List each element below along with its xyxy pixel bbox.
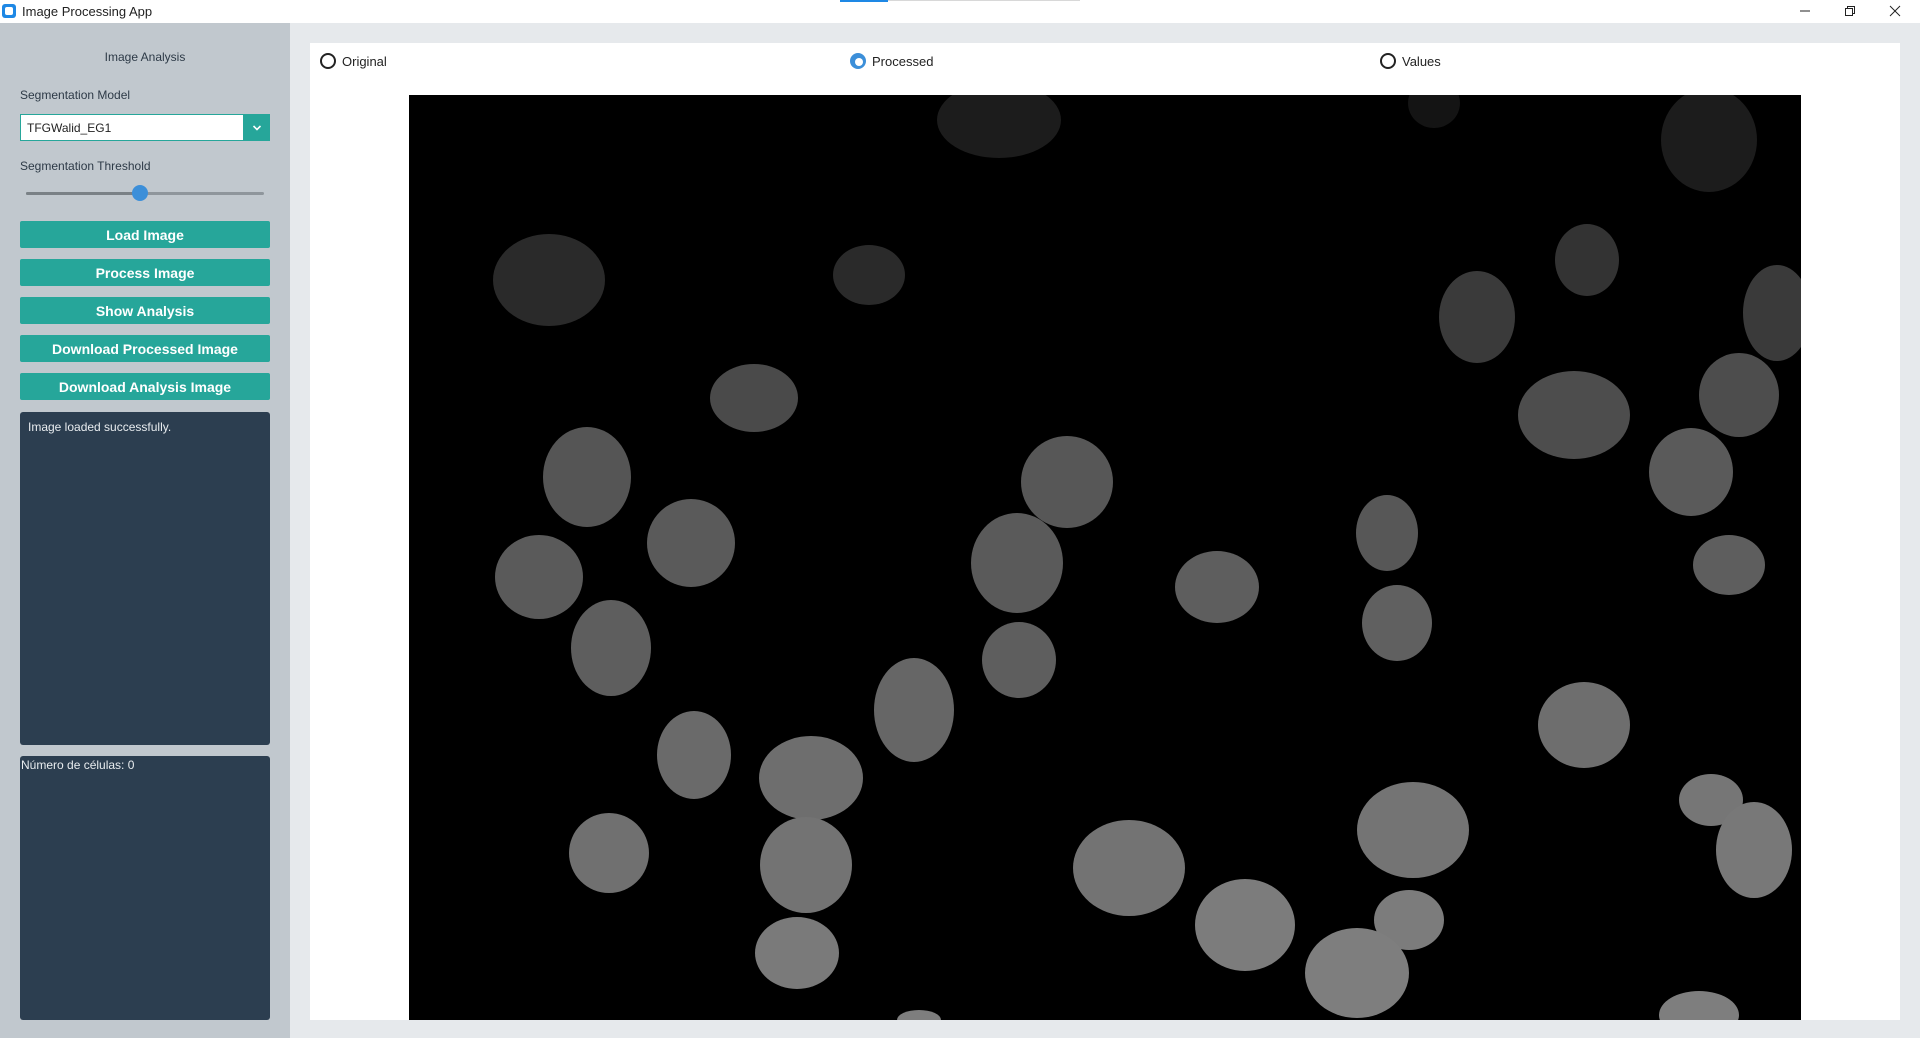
load-image-button[interactable]: Load Image [20,221,270,248]
cell-blob [710,364,798,432]
radio-processed[interactable]: Processed [850,53,933,69]
download-processed-image-button[interactable]: Download Processed Image [20,335,270,362]
cell-blob [1693,535,1765,595]
cell-blob [571,600,651,696]
cell-blob [833,245,905,305]
radio-values-label: Values [1402,53,1441,69]
sidebar: Image Analysis Segmentation Model TFGWal… [0,23,290,1038]
cell-blob [1716,802,1792,898]
processed-image-view [409,95,1801,1020]
radio-values-circle[interactable] [1380,53,1396,69]
window-title: Image Processing App [22,4,153,19]
download-analysis-image-button[interactable]: Download Analysis Image [20,373,270,400]
cell-blob [1357,782,1469,878]
cell-blob [874,658,954,762]
process-image-button[interactable]: Process Image [20,259,270,286]
cell-blob [1439,271,1515,363]
radio-original-circle[interactable] [320,53,336,69]
cell-blob [1362,585,1432,661]
segmentation-model-label: Segmentation Model [20,88,131,102]
radio-values[interactable]: Values [1380,53,1441,69]
cell-blob [1518,371,1630,459]
log-panel: Image loaded successfully. [20,412,270,745]
cell-blob [755,917,839,989]
sidebar-title: Image Analysis [104,50,186,64]
cell-blob [760,817,852,913]
cell-blob [493,234,605,326]
cell-blob [1195,879,1295,971]
cell-blob [1555,224,1619,296]
cell-blob [982,622,1056,698]
show-analysis-button[interactable]: Show Analysis [20,297,270,324]
cell-blob [495,535,583,619]
title-bar: Image Processing App [0,0,1920,23]
close-icon[interactable] [1872,0,1918,22]
cell-blob [1538,682,1630,768]
segmentation-model-select[interactable]: TFGWalid_EG1 [20,114,270,141]
radio-processed-circle[interactable] [850,53,866,69]
segmentation-mask-image [409,95,1801,1020]
cell-count-text: Número de células: 0 [21,758,135,772]
cell-blob [971,513,1063,613]
segmentation-model-value: TFGWalid_EG1 [27,121,112,135]
chevron-down-icon[interactable] [243,114,270,141]
app-icon [2,4,16,18]
cell-blob [1699,353,1779,437]
threshold-slider-thumb[interactable] [132,185,149,201]
title-accent-line [840,0,888,2]
cell-blob [1356,495,1418,571]
cell-blob [1175,551,1259,623]
title-divider-line [888,0,1080,1]
radio-original[interactable]: Original [320,53,387,69]
threshold-slider-fill [26,192,141,195]
radio-processed-label: Processed [872,53,934,69]
minimize-icon[interactable] [1782,0,1828,22]
cell-blob [1649,428,1733,516]
cell-blob [1305,928,1409,1018]
cell-blob [759,736,863,820]
cell-blob [657,711,731,799]
segmentation-threshold-label: Segmentation Threshold [20,159,151,173]
analysis-results-panel: Número de células: 0 [20,756,270,1020]
cell-blob [543,427,631,527]
cell-blob [569,813,649,893]
cell-blob [647,499,735,587]
cell-blob [1021,436,1113,528]
restore-icon[interactable] [1827,0,1873,22]
radio-original-label: Original [342,53,387,69]
cell-blob [1073,820,1185,916]
log-message: Image loaded successfully. [28,420,172,434]
